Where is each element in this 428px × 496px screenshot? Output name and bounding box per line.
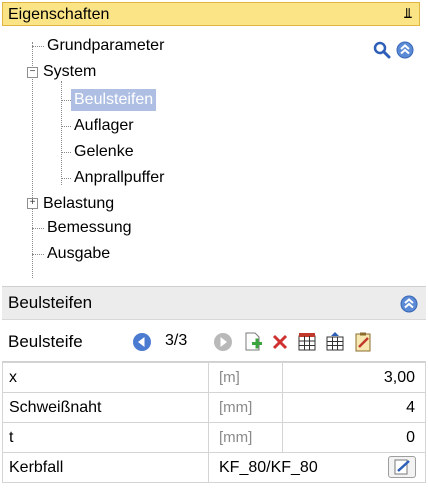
tree-connector (32, 228, 44, 229)
tree-expand-toggle-belastung[interactable]: + (27, 198, 38, 209)
pin-icon[interactable]: ⫫ (404, 5, 412, 22)
kerbfall-value-cell[interactable]: KF_80/KF_80 (208, 452, 426, 483)
tree-item-auflager[interactable]: Auflager (74, 115, 134, 137)
property-unit: [mm] (208, 392, 283, 423)
item-navigator-toolbar: Beulsteife 3/3 (2, 322, 426, 362)
table-row: Kerbfall KF_80/KF_80 (2, 452, 426, 483)
section-header-beulsteifen[interactable]: Beulsteifen (2, 286, 426, 320)
navigator-label: Beulsteife (8, 332, 83, 351)
tree-item-gelenke[interactable]: Gelenke (74, 141, 134, 163)
tree-connector (61, 81, 62, 185)
property-unit: [mm] (208, 422, 283, 453)
tree-item-grundparameter[interactable]: Grundparameter (47, 35, 164, 57)
delete-icon[interactable] (269, 331, 291, 353)
tree-item-beulsteifen[interactable]: Beulsteifen (71, 89, 157, 111)
property-name: x (2, 362, 209, 393)
table-insert-icon[interactable] (324, 331, 346, 353)
tree-collapse-toggle-system[interactable]: − (27, 67, 38, 78)
table-row: t [mm] 0 (2, 422, 426, 453)
tree-connector (32, 46, 44, 47)
navigation-tree: − + Grundparameter System Beulsteifen Au… (0, 30, 428, 278)
kerbfall-edit-button[interactable] (388, 456, 416, 478)
property-unit: [m] (208, 362, 283, 393)
tree-item-belastung[interactable]: Belastung (43, 193, 114, 215)
tree-item-system[interactable]: System (43, 61, 96, 83)
property-name: Schweißnaht (2, 392, 209, 423)
property-value-input[interactable]: 3,00 (282, 362, 426, 393)
property-name: t (2, 422, 209, 453)
property-name: Kerbfall (2, 452, 209, 483)
property-value-input[interactable]: 4 (282, 392, 426, 423)
collapse-up-icon[interactable] (395, 40, 415, 60)
tree-connector (61, 152, 71, 153)
property-value: KF_80/KF_80 (219, 459, 318, 476)
navigator-counter: 3/3 (165, 332, 188, 349)
section-title: Beulsteifen (8, 293, 93, 312)
new-item-icon[interactable] (242, 331, 264, 353)
next-arrow-icon[interactable] (212, 331, 234, 353)
table-row: Schweißnaht [mm] 4 (2, 392, 426, 423)
tree-connector (61, 178, 71, 179)
tree-connector (32, 254, 44, 255)
properties-table: x [m] 3,00 Schweißnaht [mm] 4 t [mm] 0 K… (2, 362, 426, 483)
properties-panel-title-bar: Eigenschaften ⫫ (2, 2, 420, 26)
magnifier-icon[interactable] (372, 40, 392, 60)
tree-item-anprallpuffer[interactable]: Anprallpuffer (74, 167, 164, 189)
tree-item-bemessung[interactable]: Bemessung (47, 217, 132, 239)
table-grid-icon[interactable] (296, 331, 318, 353)
tree-item-ausgabe[interactable]: Ausgabe (47, 243, 110, 265)
collapse-up-icon[interactable] (399, 294, 419, 314)
table-row: x [m] 3,00 (2, 362, 426, 393)
panel-title: Eigenschaften (8, 6, 110, 23)
tree-connector (61, 100, 71, 101)
edit-clipboard-icon[interactable] (352, 331, 374, 353)
property-value-input[interactable]: 0 (282, 422, 426, 453)
edit-pencil-icon (394, 459, 410, 475)
previous-arrow-icon[interactable] (131, 331, 153, 353)
tree-connector (61, 126, 71, 127)
